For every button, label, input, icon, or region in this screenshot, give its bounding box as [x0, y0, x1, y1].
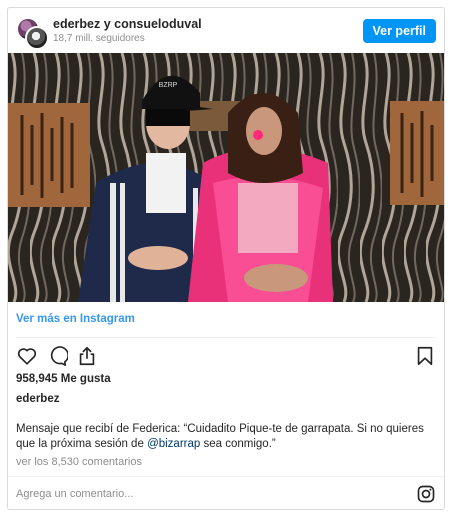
- comment-bubble-icon[interactable]: [46, 345, 68, 367]
- avatar[interactable]: [16, 17, 49, 50]
- follower-count: 18,7 mill. seguidores: [53, 33, 145, 44]
- divider: [16, 337, 436, 338]
- post-header: ederbez y consueloduval 18,7 mill. segui…: [8, 8, 444, 54]
- post-photo[interactable]: BZRP: [8, 53, 444, 302]
- view-comments-link[interactable]: ver los 8,530 comentarios: [16, 456, 142, 468]
- avatar-consueloduval: [25, 26, 49, 50]
- instagram-icon[interactable]: [416, 484, 436, 504]
- like-count[interactable]: 958,945 Me gusta: [16, 373, 111, 385]
- post-caption: Mensaje que recibí de Federica: “Cuidadi…: [16, 422, 436, 452]
- view-profile-button[interactable]: Ver perfil: [362, 19, 436, 43]
- caption-text-end: sea conmigo.”: [200, 438, 276, 450]
- instagram-embed-card: ederbez y consueloduval 18,7 mill. segui…: [7, 7, 445, 510]
- action-bar: [16, 345, 436, 369]
- heart-icon[interactable]: [16, 345, 38, 367]
- bookmark-icon[interactable]: [414, 345, 436, 367]
- comment-bar: [8, 476, 444, 509]
- cap-logo-text: BZRP: [159, 82, 178, 89]
- caption-mention-link[interactable]: @bizarrap: [147, 438, 200, 450]
- post-author[interactable]: ederbez: [16, 393, 59, 405]
- post-owner-names[interactable]: ederbez y consueloduval: [53, 17, 202, 31]
- add-comment-input[interactable]: [16, 485, 406, 503]
- view-more-on-instagram-link[interactable]: Ver más en Instagram: [16, 313, 135, 325]
- share-icon[interactable]: [76, 345, 98, 367]
